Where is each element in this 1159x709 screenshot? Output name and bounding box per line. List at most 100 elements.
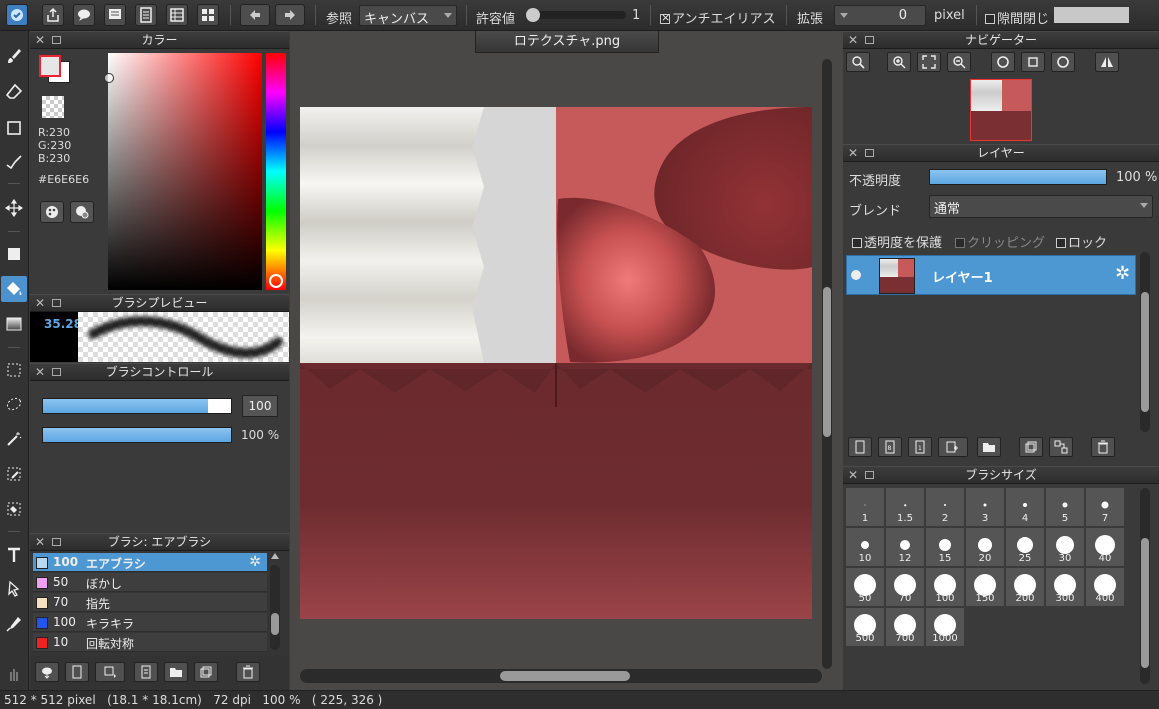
drawing-canvas[interactable] <box>300 107 812 619</box>
transparent-color-swatch[interactable] <box>42 96 64 118</box>
brush-list-item[interactable]: 70 指先 <box>33 593 267 612</box>
brush-list-item[interactable]: 10 回転対称 <box>33 633 267 652</box>
popout-icon[interactable] <box>52 36 61 44</box>
brush-opacity-slider[interactable] <box>42 427 232 443</box>
brush-size-option[interactable]: 150 <box>966 568 1004 606</box>
duplicate-layer-button[interactable] <box>1019 437 1043 457</box>
zoom-in-button[interactable] <box>887 52 911 72</box>
brush-size-option[interactable]: 7 <box>1086 488 1124 526</box>
brush-size-option[interactable]: 25 <box>1006 528 1044 566</box>
layer-row[interactable]: レイヤー1 ✲ <box>846 255 1136 295</box>
foreground-color-swatch[interactable] <box>39 55 61 77</box>
add-layer-menu-button[interactable] <box>938 437 968 457</box>
gear-icon[interactable]: ✲ <box>1115 265 1130 283</box>
undo-button[interactable] <box>240 4 270 26</box>
document-tab[interactable]: ロテクスチャ.png <box>475 31 659 53</box>
brush-size-option[interactable]: 1 <box>846 488 884 526</box>
brush-folder-button[interactable] <box>164 662 188 682</box>
scrollbar-thumb[interactable] <box>271 613 279 635</box>
close-icon[interactable]: ✕ <box>848 145 858 162</box>
magic-wand-tool[interactable] <box>1 426 27 452</box>
close-icon[interactable]: ✕ <box>35 32 45 49</box>
brush-list-scrollbar[interactable] <box>270 565 280 650</box>
zoom-fit-button[interactable] <box>846 52 870 72</box>
brush-size-option[interactable]: 40 <box>1086 528 1124 566</box>
close-icon[interactable]: ✕ <box>35 364 45 381</box>
hand-tool[interactable] <box>1 663 27 685</box>
grid-button[interactable] <box>197 4 219 26</box>
brush-size-option[interactable]: 2 <box>926 488 964 526</box>
layer-opacity-slider[interactable] <box>929 169 1107 185</box>
brush-size-scrollbar[interactable] <box>1140 488 1150 684</box>
brush-size-option[interactable]: 20 <box>966 528 1004 566</box>
flip-horizontal-button[interactable] <box>1095 52 1119 72</box>
popout-icon[interactable] <box>865 36 874 44</box>
brush-size-option[interactable]: 70 <box>886 568 924 606</box>
text-tool[interactable] <box>1 542 27 568</box>
gap-close-checkbox[interactable]: 隙間閉じ <box>985 8 1049 27</box>
brush-list-item[interactable]: 50 ぼかし <box>33 573 267 592</box>
new-folder-button[interactable] <box>977 437 1001 457</box>
select-eraser-tool[interactable] <box>1 496 27 522</box>
duplicate-brush-button[interactable] <box>194 662 218 682</box>
brush-size-option[interactable]: 15 <box>926 528 964 566</box>
palette-settings-button[interactable] <box>70 201 94 223</box>
hue-handle[interactable] <box>269 274 283 288</box>
scrollbar-thumb[interactable] <box>823 287 831 437</box>
zoom-out-button[interactable] <box>947 52 971 72</box>
fill-tool[interactable] <box>1 276 27 302</box>
gradient-tool[interactable] <box>1 311 27 337</box>
brush-size-option[interactable]: 200 <box>1006 568 1044 606</box>
lock-checkbox[interactable]: ロック <box>1056 232 1107 251</box>
layer-name[interactable]: レイヤー1 <box>932 267 993 286</box>
brush-size-option[interactable]: 300 <box>1046 568 1084 606</box>
brush-size-option[interactable]: 12 <box>886 528 924 566</box>
reset-rotation-button[interactable] <box>1021 52 1045 72</box>
popout-icon[interactable] <box>52 538 61 546</box>
new-1bit-layer-button[interactable]: 1 <box>908 437 932 457</box>
brush-size-option[interactable]: 1.5 <box>886 488 924 526</box>
comment-button[interactable] <box>73 4 95 26</box>
move-tool[interactable] <box>1 195 27 221</box>
scrollbar-thumb[interactable] <box>500 671 630 681</box>
hue-slider[interactable] <box>266 53 286 290</box>
blend-mode-select[interactable]: 通常 <box>929 195 1153 218</box>
new-8bit-layer-button[interactable]: 8 <box>878 437 902 457</box>
lasso-tool[interactable] <box>1 391 27 417</box>
navigator-thumbnail[interactable] <box>970 79 1032 141</box>
brush-size-option[interactable]: 5 <box>1046 488 1084 526</box>
brush-list-item[interactable]: 100 エアブラシ ✲ <box>33 553 267 572</box>
list-button[interactable] <box>166 4 188 26</box>
canvas-horizontal-scrollbar[interactable] <box>300 669 822 683</box>
new-layer-button[interactable] <box>848 437 872 457</box>
brush-size-slider[interactable] <box>42 398 232 414</box>
app-icon[interactable] <box>6 4 28 26</box>
clipping-checkbox[interactable]: クリッピング <box>955 232 1045 251</box>
popout-icon[interactable] <box>52 368 61 376</box>
message-button[interactable] <box>104 4 126 26</box>
brush-size-option[interactable]: 3 <box>966 488 1004 526</box>
fit-screen-button[interactable] <box>917 52 941 72</box>
brush-size-option[interactable]: 10 <box>846 528 884 566</box>
brush-size-option[interactable]: 50 <box>846 568 884 606</box>
rect-select-tool[interactable] <box>1 357 27 383</box>
select-pen-tool[interactable] <box>1 461 27 487</box>
brush-size-option[interactable]: 400 <box>1086 568 1124 606</box>
close-icon[interactable]: ✕ <box>848 467 858 484</box>
brush-list-item[interactable]: 100 キラキラ <box>33 613 267 632</box>
scrollbar-thumb[interactable] <box>1141 538 1149 668</box>
rectangle-tool[interactable] <box>1 115 27 141</box>
brush-size-option[interactable]: 100 <box>926 568 964 606</box>
rotate-right-button[interactable] <box>1051 52 1075 72</box>
cloud-brush-button[interactable] <box>35 662 59 682</box>
line-tool[interactable] <box>1 149 27 175</box>
export-button[interactable] <box>42 4 64 26</box>
saturation-value-picker[interactable] <box>104 53 262 290</box>
scroll-up-icon[interactable] <box>271 553 279 559</box>
redo-button[interactable] <box>275 4 305 26</box>
slider-handle[interactable] <box>526 8 540 22</box>
scrollbar-thumb[interactable] <box>1141 292 1149 412</box>
popout-icon[interactable] <box>865 471 874 479</box>
merge-layer-button[interactable] <box>1049 437 1073 457</box>
eraser-tool[interactable] <box>1 79 27 105</box>
